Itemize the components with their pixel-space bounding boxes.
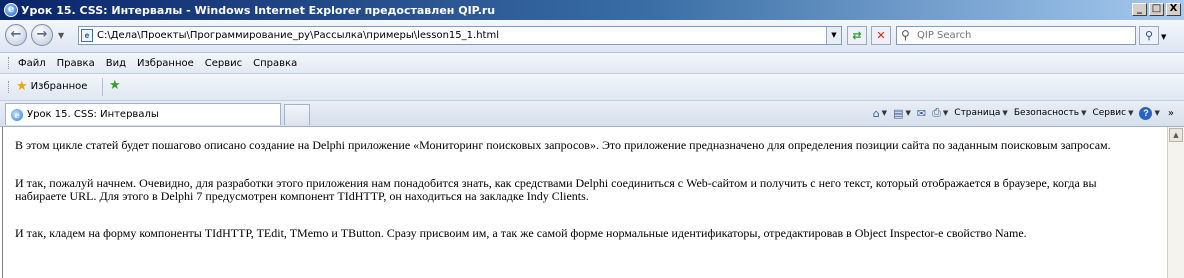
stop-icon[interactable]: ✕ xyxy=(871,26,891,45)
window-title: Урок 15. CSS: Интервалы - Windows Intern… xyxy=(21,3,496,17)
forward-button[interactable]: → xyxy=(31,24,53,46)
address-bar[interactable]: e ▼ xyxy=(78,26,842,45)
tab-label: Урок 15. CSS: Интервалы xyxy=(27,109,159,120)
menu-file[interactable]: Файл xyxy=(18,58,46,69)
safety-menu-button[interactable]: Безопасность xyxy=(1014,108,1079,118)
page-content: В этом цикле статей будет пошагово описа… xyxy=(2,127,1158,278)
separator xyxy=(102,78,103,96)
home-icon[interactable]: ⌂ xyxy=(873,107,880,120)
back-button[interactable]: ← xyxy=(5,24,27,46)
minimize-button[interactable]: _ xyxy=(1132,3,1147,16)
vertical-scrollbar[interactable]: ▲ xyxy=(1167,127,1184,278)
favorites-button[interactable]: ★ Избранное xyxy=(14,77,93,96)
help-dropdown-icon[interactable]: ▼ xyxy=(1154,109,1159,117)
menu-bar: Файл Правка Вид Избранное Сервис Справка xyxy=(0,53,1184,74)
search-box[interactable]: ⚲ xyxy=(896,26,1136,45)
paragraph: И так, пожалуй начнем. Очевидно, для раз… xyxy=(15,176,1097,203)
feeds-icon[interactable]: ▤ xyxy=(893,107,903,120)
star-icon: ★ xyxy=(16,79,28,94)
page-dropdown-icon[interactable]: ▼ xyxy=(1002,109,1007,117)
ie-page-icon: e xyxy=(11,108,23,121)
menu-favorites[interactable]: Избранное xyxy=(137,58,194,69)
search-magnifier-icon: ⚲ xyxy=(901,28,910,42)
help-icon[interactable]: ? xyxy=(1139,106,1153,120)
new-tab-button[interactable] xyxy=(284,104,310,125)
menu-tools[interactable]: Сервис xyxy=(205,58,242,69)
menu-help[interactable]: Справка xyxy=(253,58,297,69)
print-icon[interactable]: ⎙ xyxy=(932,106,941,120)
page-icon: e xyxy=(81,29,93,42)
command-bar: ⌂ ▼ ▤ ▼ ✉ ⎙ ▼ Страница ▼ Безопасность ▼ … xyxy=(873,106,1174,120)
paragraph: В этом цикле статей будет пошагово описа… xyxy=(15,138,1111,152)
safety-dropdown-icon[interactable]: ▼ xyxy=(1081,109,1086,117)
search-options-dropdown-icon[interactable]: ▼ xyxy=(1161,33,1166,41)
maximize-button[interactable]: □ xyxy=(1149,3,1164,16)
toolbar-grip[interactable] xyxy=(8,81,9,93)
tab-bar: e Урок 15. CSS: Интервалы ⌂ ▼ ▤ ▼ ✉ ⎙ ▼ … xyxy=(0,101,1184,127)
ie-logo-icon: e xyxy=(4,3,18,17)
feeds-dropdown-icon[interactable]: ▼ xyxy=(905,109,910,117)
add-to-favorites-icon[interactable]: ★ xyxy=(109,78,121,93)
print-dropdown-icon[interactable]: ▼ xyxy=(943,109,948,117)
address-toolbar: ← → ▼ e ▼ ⇄ ✕ ⚲ ⚲ ▼ xyxy=(0,20,1184,53)
scroll-up-arrow-icon[interactable]: ▲ xyxy=(1169,128,1183,142)
search-icon[interactable]: ⚲ xyxy=(1139,26,1159,45)
address-input[interactable] xyxy=(97,28,817,43)
recent-pages-dropdown-icon[interactable]: ▼ xyxy=(58,31,64,40)
toolbar-grip[interactable] xyxy=(8,57,12,69)
tools-menu-button[interactable]: Сервис xyxy=(1092,108,1126,118)
home-dropdown-icon[interactable]: ▼ xyxy=(882,109,887,117)
address-dropdown-icon[interactable]: ▼ xyxy=(826,27,841,44)
window-controls: _ □ X xyxy=(1132,3,1181,16)
title-bar: e Урок 15. CSS: Интервалы - Windows Inte… xyxy=(0,0,1184,20)
tab-active[interactable]: e Урок 15. CSS: Интервалы xyxy=(5,103,281,125)
tools-dropdown-icon[interactable]: ▼ xyxy=(1128,109,1133,117)
menu-edit[interactable]: Правка xyxy=(57,58,95,69)
search-input[interactable] xyxy=(917,28,1127,43)
page-menu-button[interactable]: Страница xyxy=(954,108,1000,118)
more-commands-chevron-icon[interactable]: » xyxy=(1168,108,1174,119)
refresh-icon[interactable]: ⇄ xyxy=(847,26,867,45)
paragraph: И так, кладем на форму компоненты TIdHTT… xyxy=(15,226,1027,240)
favorites-bar: ★ Избранное ★ xyxy=(0,74,1184,101)
menu-view[interactable]: Вид xyxy=(106,58,126,69)
mail-icon[interactable]: ✉ xyxy=(917,107,926,120)
favorites-label: Избранное xyxy=(30,81,88,92)
close-button[interactable]: X xyxy=(1166,3,1181,16)
